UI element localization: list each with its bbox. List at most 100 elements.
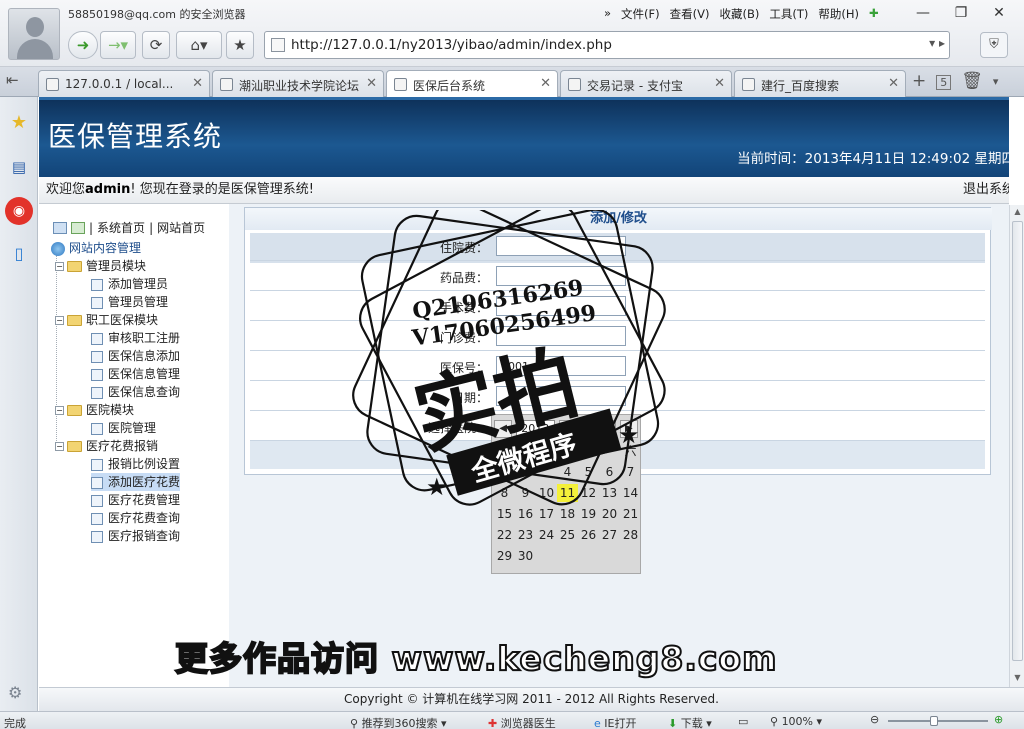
zoom-knob[interactable]: [930, 716, 938, 726]
zoom-slider[interactable]: ⊖ ⊕: [870, 713, 1010, 726]
status-zoom[interactable]: ⚲ 100% ▾: [770, 715, 822, 728]
tab-phpmyadmin[interactable]: 127.0.0.1 / local... ✕: [38, 70, 210, 97]
calendar-day[interactable]: 18: [557, 505, 578, 523]
tab-admin[interactable]: 医保后台系统 ✕: [386, 70, 558, 98]
tab-close-icon[interactable]: ✕: [366, 76, 377, 91]
close-button[interactable]: ✕: [980, 2, 1018, 24]
drug-fee-input[interactable]: [496, 266, 626, 286]
calendar-day[interactable]: 9: [515, 484, 536, 502]
settings-gear-icon[interactable]: ⚙: [8, 683, 22, 702]
status-download[interactable]: ⬇ 下载 ▾: [668, 715, 712, 729]
favorites-star-icon[interactable]: ★: [5, 109, 33, 137]
nav-item-manage-admin[interactable]: 管理员管理: [91, 293, 168, 311]
nav-item-ratio-setting[interactable]: 报销比例设置: [91, 455, 180, 473]
address-bar[interactable]: http://127.0.0.1/ny2013/yibao/admin/inde…: [264, 31, 950, 59]
forward-button[interactable]: →▾: [100, 31, 136, 59]
tab-close-icon[interactable]: ✕: [888, 76, 899, 91]
nav-link-system-home[interactable]: 系统首页: [97, 219, 145, 236]
month-select[interactable]: ▾: [558, 420, 596, 438]
minimize-button[interactable]: —: [904, 2, 942, 24]
surgery-fee-input[interactable]: [496, 296, 626, 316]
outpatient-fee-input[interactable]: [496, 326, 626, 346]
chevron-down-icon[interactable]: ▾: [993, 75, 999, 91]
nav-item-query-reimburse[interactable]: 医疗报销查询: [91, 527, 180, 545]
date-input[interactable]: [496, 386, 626, 406]
status-doctor[interactable]: ✚ 浏览器医生: [488, 715, 556, 729]
nav-group-hospital[interactable]: − 医院模块: [55, 401, 134, 419]
nav-item-review-register[interactable]: 审核职工注册: [91, 329, 180, 347]
menu-file[interactable]: 文件(F): [621, 6, 660, 22]
address-dropdown-icon[interactable]: ▾ ▸: [929, 36, 945, 50]
prev-month-button[interactable]: ◀: [494, 420, 513, 438]
calendar-day[interactable]: 25: [557, 526, 578, 544]
calendar-day[interactable]: 17: [536, 505, 557, 523]
calendar-day[interactable]: 5: [578, 463, 599, 481]
tab-count-badge[interactable]: 5: [936, 75, 952, 90]
calendar-day[interactable]: 11: [557, 484, 578, 502]
nav-item-query-expense[interactable]: 医疗花费查询: [91, 509, 180, 527]
calendar-day[interactable]: 10: [536, 484, 557, 502]
calendar-day[interactable]: 27: [599, 526, 620, 544]
calendar-day[interactable]: 15: [494, 505, 515, 523]
calendar-day[interactable]: 16: [515, 505, 536, 523]
insurance-no-input[interactable]: 1001: [496, 356, 626, 376]
scroll-up-icon[interactable]: ▲: [1012, 207, 1023, 219]
nav-link-site-home[interactable]: 网站首页: [157, 219, 205, 236]
shirt-icon[interactable]: ✚: [869, 6, 879, 22]
tab-baidu[interactable]: 建行_百度搜索 ✕: [734, 70, 906, 97]
scroll-thumb[interactable]: [1012, 221, 1023, 661]
today-button[interactable]: 今: [599, 420, 616, 438]
status-search360[interactable]: ⚲ 推荐到360搜索 ▾: [350, 715, 447, 729]
calendar-day[interactable]: 13: [599, 484, 620, 502]
next-month-button[interactable]: ▶: [619, 420, 638, 438]
nav-item-add-insurance[interactable]: 医保信息添加: [91, 347, 180, 365]
calendar-day[interactable]: 7: [620, 463, 641, 481]
nav-item-query-insurance[interactable]: 医保信息查询: [91, 383, 180, 401]
calendar-day[interactable]: 30: [515, 547, 536, 565]
calendar-day[interactable]: 6: [599, 463, 620, 481]
security-shield-button[interactable]: ⛨: [980, 32, 1008, 58]
menu-help[interactable]: 帮助(H): [818, 6, 859, 22]
nav-group-expense[interactable]: − 医疗花费报销: [55, 437, 158, 455]
nav-item-add-admin[interactable]: 添加管理员: [91, 275, 168, 293]
status-ie-open[interactable]: e IE打开: [594, 715, 636, 729]
menu-view[interactable]: 查看(V): [670, 6, 710, 22]
year-select[interactable]: 2013: [516, 420, 555, 438]
calendar-day[interactable]: 23: [515, 526, 536, 544]
calendar-day[interactable]: 8: [494, 484, 515, 502]
calendar-day[interactable]: 4: [557, 463, 578, 481]
home-button[interactable]: ⌂▾: [176, 31, 222, 59]
weibo-icon[interactable]: ◉: [5, 197, 33, 225]
maximize-button[interactable]: ❐: [942, 2, 980, 24]
calendar-day[interactable]: 29: [494, 547, 515, 565]
menu-favorites[interactable]: 收藏(B): [719, 6, 759, 22]
calendar-day[interactable]: 20: [599, 505, 620, 523]
calendar-day[interactable]: 19: [578, 505, 599, 523]
calendar-day[interactable]: 21: [620, 505, 641, 523]
phone-icon[interactable]: ▯: [5, 240, 33, 268]
calendar-day[interactable]: 14: [620, 484, 641, 502]
scroll-down-icon[interactable]: ▼: [1012, 673, 1023, 685]
news-icon[interactable]: ▤: [5, 153, 33, 181]
menu-tools[interactable]: 工具(T): [769, 6, 808, 22]
page-scrollbar[interactable]: ▲ ▼: [1009, 205, 1024, 687]
calendar-day[interactable]: 22: [494, 526, 515, 544]
refresh-button[interactable]: ⟳: [142, 31, 170, 59]
status-window-icon[interactable]: ▭: [738, 715, 748, 728]
address-url[interactable]: http://127.0.0.1/ny2013/yibao/admin/inde…: [291, 37, 612, 53]
calendar-day[interactable]: 12: [578, 484, 599, 502]
tab-close-icon[interactable]: ✕: [714, 76, 725, 91]
nav-item-add-expense[interactable]: 添加医疗花费: [91, 473, 181, 491]
nav-group-admin[interactable]: − 管理员模块: [55, 257, 146, 275]
nav-item-manage-expense[interactable]: 医疗花费管理: [91, 491, 180, 509]
nav-item-manage-insurance[interactable]: 医保信息管理: [91, 365, 180, 383]
new-tab-icon[interactable]: +: [912, 71, 926, 91]
calendar-day[interactable]: 24: [536, 526, 557, 544]
favorite-button[interactable]: ★: [226, 31, 254, 59]
menu-expand-icon[interactable]: »: [604, 6, 611, 22]
tab-close-icon[interactable]: ✕: [540, 76, 551, 91]
tab-close-icon[interactable]: ✕: [192, 76, 203, 91]
nav-item-manage-hospital[interactable]: 医院管理: [91, 419, 156, 437]
calendar-day[interactable]: 28: [620, 526, 641, 544]
calendar-day[interactable]: 26: [578, 526, 599, 544]
